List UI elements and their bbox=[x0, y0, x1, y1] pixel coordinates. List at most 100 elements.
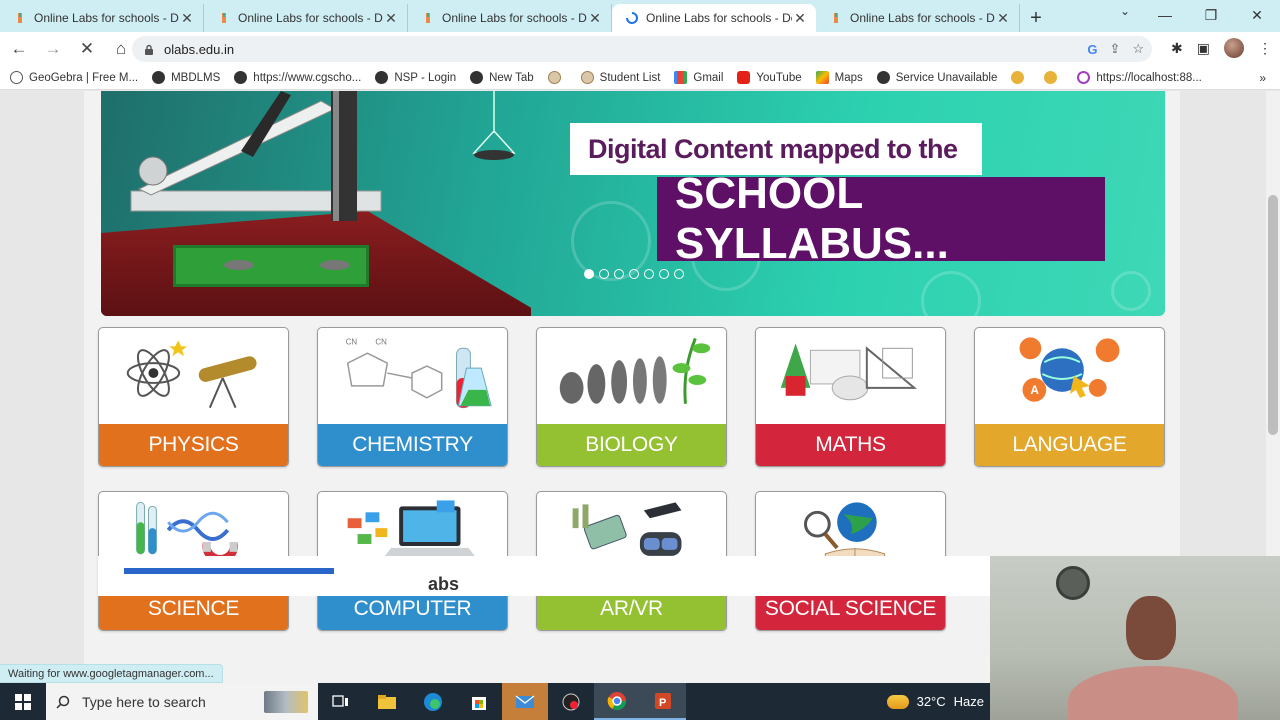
subject-card-chemistry[interactable]: CN CN CHEMISTRY bbox=[317, 327, 508, 467]
recorder-app-icon[interactable] bbox=[548, 683, 594, 720]
scrollbar-thumb[interactable] bbox=[1268, 195, 1278, 435]
subject-card-maths[interactable]: MATHS bbox=[755, 327, 946, 467]
bookmark-item[interactable] bbox=[1044, 71, 1063, 84]
search-icon bbox=[56, 695, 70, 709]
search-placeholder: Type here to search bbox=[82, 693, 206, 710]
profile-avatar[interactable] bbox=[1224, 38, 1244, 58]
bookmark-item[interactable]: Gmail bbox=[674, 71, 723, 84]
menu-kebab-icon[interactable]: ⋮ bbox=[1258, 40, 1272, 57]
forward-arrow-icon[interactable]: → bbox=[38, 34, 68, 64]
browser-tab[interactable]: Online Labs for schools - Dev ✕ bbox=[0, 4, 204, 32]
google-icon[interactable]: G bbox=[1087, 42, 1097, 57]
close-window-icon[interactable]: ✕ bbox=[1234, 0, 1280, 30]
globe-icon bbox=[375, 71, 389, 84]
svg-text:P: P bbox=[659, 697, 666, 709]
share-icon[interactable]: ⇪ bbox=[1109, 41, 1120, 57]
close-tab-icon[interactable]: ✕ bbox=[383, 10, 399, 27]
temperature-text[interactable]: 32°C bbox=[917, 694, 946, 709]
svg-text:A: A bbox=[1030, 383, 1039, 397]
browser-tab-active[interactable]: Online Labs for schools - Dev ✕ bbox=[612, 4, 816, 32]
olabs-favicon-icon bbox=[426, 13, 430, 23]
youtube-icon bbox=[737, 71, 751, 84]
tab-title: Online Labs for schools - Dev bbox=[646, 11, 792, 25]
microsoft-store-icon[interactable] bbox=[456, 683, 502, 720]
browser-tab[interactable]: Online Labs for schools - Dev ✕ bbox=[204, 4, 408, 32]
address-bar[interactable]: olabs.edu.in G ⇪ ☆ bbox=[132, 36, 1152, 62]
more-bookmarks-icon[interactable]: » bbox=[1259, 71, 1266, 85]
stop-loading-icon[interactable]: ✕ bbox=[72, 34, 102, 64]
presenter-head-image bbox=[1126, 596, 1176, 660]
extensions-puzzle-icon[interactable]: ✱ bbox=[1171, 40, 1183, 57]
weather-text[interactable]: Haze bbox=[954, 694, 984, 709]
close-tab-icon[interactable]: ✕ bbox=[792, 10, 808, 27]
labs-section-panel bbox=[98, 556, 990, 596]
chrome-icon[interactable] bbox=[594, 683, 640, 720]
bookmark-label: Gmail bbox=[693, 71, 724, 84]
edge-browser-icon[interactable] bbox=[410, 683, 456, 720]
bookmark-item[interactable] bbox=[547, 71, 567, 84]
tab-title: Online Labs for schools - Dev bbox=[34, 11, 179, 25]
presenter-body-image bbox=[1068, 666, 1238, 720]
close-tab-icon[interactable]: ✕ bbox=[995, 10, 1011, 27]
bookmark-item[interactable]: https://www.cgscho... bbox=[234, 71, 361, 84]
loading-status-bubble: Waiting for www.googletagmanager.com... bbox=[0, 664, 223, 683]
bookmark-label: GeoGebra | Free M... bbox=[29, 71, 139, 84]
carousel-dot[interactable] bbox=[599, 269, 609, 279]
bookmark-label: https://www.cgscho... bbox=[253, 71, 362, 84]
gmail-icon bbox=[674, 71, 688, 84]
svg-text:CN: CN bbox=[375, 337, 387, 346]
presenter-webcam-overlay bbox=[990, 556, 1280, 720]
carousel-dot[interactable] bbox=[629, 269, 639, 279]
subject-card-biology[interactable]: BIOLOGY bbox=[536, 327, 727, 467]
subject-label: BIOLOGY bbox=[537, 424, 726, 466]
close-tab-icon[interactable]: ✕ bbox=[587, 10, 603, 27]
tab-search-chevron-icon[interactable]: ⌄ bbox=[1120, 4, 1130, 18]
bookmark-item[interactable]: GeoGebra | Free M... bbox=[10, 71, 138, 84]
bookmark-item[interactable]: Service Unavailable bbox=[876, 71, 997, 84]
windows-start-icon[interactable] bbox=[0, 683, 46, 720]
tab-strip: Online Labs for schools - Dev ✕ Online L… bbox=[0, 0, 1280, 32]
molecule-flask-icon: CN CN bbox=[346, 337, 492, 409]
carousel-dot[interactable] bbox=[659, 269, 669, 279]
bookmark-star-icon[interactable]: ☆ bbox=[1132, 41, 1144, 57]
subject-card-language[interactable]: A LANGUAGE bbox=[974, 327, 1165, 467]
globe-icon bbox=[152, 71, 166, 84]
side-panel-icon[interactable]: ▣ bbox=[1197, 40, 1210, 57]
bookmark-item[interactable]: NSP - Login bbox=[375, 71, 456, 84]
bookmark-item[interactable]: MBDLMS bbox=[152, 71, 220, 84]
taskbar-search-box[interactable]: Type here to search bbox=[46, 683, 318, 720]
bookmark-item[interactable]: Student List bbox=[580, 71, 661, 84]
subject-card-physics[interactable]: PHYSICS bbox=[98, 327, 289, 467]
bookmark-label: New Tab bbox=[489, 71, 534, 84]
browser-tab[interactable]: Online Labs for schools - Dev ✕ bbox=[408, 4, 612, 32]
close-tab-icon[interactable]: ✕ bbox=[179, 10, 195, 27]
file-explorer-icon[interactable] bbox=[364, 683, 410, 720]
restore-icon[interactable]: ❐ bbox=[1188, 0, 1234, 30]
browser-tab[interactable]: Online Labs for schools - Dev ✕ bbox=[816, 4, 1020, 32]
url-text: olabs.edu.in bbox=[164, 41, 235, 57]
carousel-dot[interactable] bbox=[644, 269, 654, 279]
mail-icon[interactable] bbox=[502, 683, 548, 720]
pendulum-image bbox=[472, 91, 516, 160]
extension-area: ✱ ▣ ⋮ bbox=[1171, 38, 1272, 58]
hero-carousel[interactable]: Digital Content mapped to the SCHOOL SYL… bbox=[101, 91, 1165, 316]
bookmark-item[interactable]: Maps bbox=[815, 71, 863, 84]
carousel-dot[interactable] bbox=[584, 269, 594, 279]
powerpoint-icon[interactable]: P bbox=[640, 683, 686, 720]
bookmark-item[interactable]: New Tab bbox=[470, 71, 534, 84]
atom-telescope-icon bbox=[126, 340, 257, 409]
bookmark-label: MBDLMS bbox=[171, 71, 221, 84]
task-view-icon[interactable] bbox=[318, 683, 364, 720]
minimize-icon[interactable]: — bbox=[1142, 0, 1188, 30]
carousel-dot[interactable] bbox=[614, 269, 624, 279]
bookmark-label: Student List bbox=[599, 71, 661, 84]
bookmark-item[interactable]: YouTube bbox=[737, 71, 802, 84]
subject-label: PHYSICS bbox=[99, 424, 288, 466]
tab-title: Online Labs for schools - Dev bbox=[238, 11, 383, 25]
carousel-dot[interactable] bbox=[674, 269, 684, 279]
back-arrow-icon[interactable]: ← bbox=[4, 34, 34, 64]
face-icon bbox=[1044, 71, 1058, 84]
new-tab-button[interactable]: + bbox=[1020, 4, 1052, 32]
bookmark-item[interactable] bbox=[1011, 71, 1030, 84]
bookmark-item[interactable]: https://localhost:88... bbox=[1077, 71, 1202, 84]
